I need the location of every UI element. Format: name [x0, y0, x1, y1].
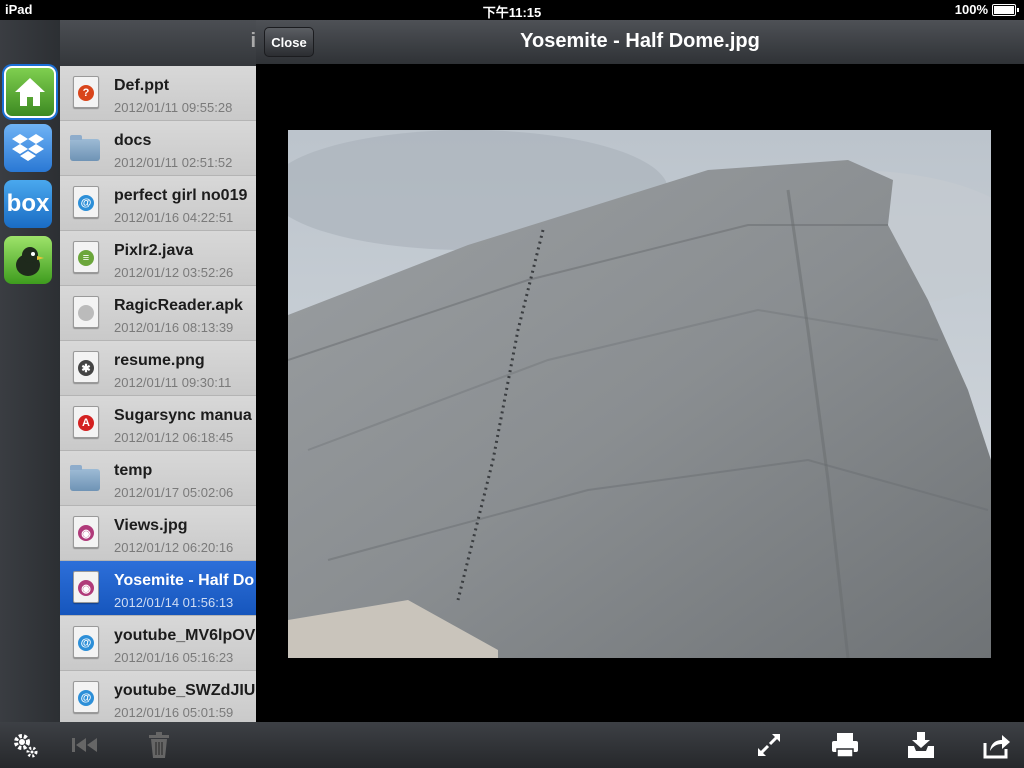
generic-file-icon: [70, 296, 100, 328]
file-date: 2012/01/12 06:20:16: [114, 540, 234, 555]
video-file-icon: @: [70, 681, 100, 713]
folder-icon: [70, 461, 100, 493]
file-name: RagicReader.apk: [114, 297, 243, 314]
file-row[interactable]: @ perfect girl no019 2012/01/16 04:22:51: [60, 176, 256, 231]
file-row[interactable]: @ youtube_MV6lpOV 2012/01/16 05:16:23: [60, 616, 256, 671]
viewer-title: Yosemite - Half Dome.jpg: [520, 30, 760, 52]
file-row[interactable]: ◉ Yosemite - Half Do 2012/01/14 01:56:13: [60, 561, 256, 616]
photo-preview[interactable]: [288, 130, 991, 658]
battery-percent: 100%: [954, 2, 988, 17]
print-icon: [832, 733, 858, 758]
file-date: 2012/01/11 02:51:52: [114, 155, 233, 170]
battery-icon: [992, 3, 1019, 16]
file-date: 2012/01/14 01:56:13: [114, 595, 234, 610]
file-row[interactable]: temp 2012/01/17 05:02:06: [60, 451, 256, 506]
dropbox-icon: [12, 134, 44, 161]
box-icon: box: [6, 190, 50, 217]
bird-icon: [16, 247, 44, 276]
home-button[interactable]: [4, 66, 56, 118]
file-date: 2012/01/11 09:55:28: [114, 100, 233, 115]
file-list[interactable]: ? Def.ppt 2012/01/11 09:55:28 docs 2012/01/1…: [60, 66, 256, 722]
bird-button[interactable]: [4, 236, 52, 284]
file-date: 2012/01/16 05:01:59: [114, 705, 234, 720]
skip-back-icon: [72, 738, 97, 752]
pdf-file-icon: A: [70, 406, 100, 438]
file-name: temp: [114, 462, 153, 479]
file-row[interactable]: ◉ Views.jpg 2012/01/12 06:20:16: [60, 506, 256, 561]
file-name: docs: [114, 132, 152, 149]
file-row[interactable]: A Sugarsync manua 2012/01/12 06:18:45: [60, 396, 256, 451]
file-name: perfect girl no019: [114, 187, 248, 204]
file-date: 2012/01/12 03:52:26: [114, 265, 234, 280]
box-button[interactable]: box: [4, 180, 52, 228]
share-icon: [983, 735, 1010, 759]
service-rail: box: [0, 20, 60, 722]
file-name: Views.jpg: [114, 517, 188, 534]
delete-button[interactable]: [144, 730, 174, 760]
file-list-header: i: [60, 20, 256, 66]
ppt-file-icon: ?: [70, 76, 100, 108]
half-dome-photo: [288, 130, 991, 658]
video-file-icon: @: [70, 626, 100, 658]
file-date: 2012/01/11 09:30:11: [114, 375, 232, 390]
text-file-icon: ≡: [70, 241, 100, 273]
file-date: 2012/01/16 05:16:23: [114, 650, 234, 665]
file-row[interactable]: RagicReader.apk 2012/01/16 08:13:39: [60, 286, 256, 341]
viewer-header: Close Yosemite - Half Dome.jpg: [256, 20, 1024, 64]
file-date: 2012/01/17 05:02:06: [114, 485, 234, 500]
file-name: resume.png: [114, 352, 205, 369]
file-date: 2012/01/12 06:18:45: [114, 430, 234, 445]
skip-back-button[interactable]: [70, 730, 100, 760]
file-date: 2012/01/16 08:13:39: [114, 320, 234, 335]
status-bar: iPad 下午11:15 100%: [0, 0, 1024, 20]
share-button[interactable]: [982, 730, 1012, 760]
file-row[interactable]: ? Def.ppt 2012/01/11 09:55:28: [60, 66, 256, 121]
file-name: Def.ppt: [114, 77, 170, 94]
file-row[interactable]: @ youtube_SWZdJIU 2012/01/16 05:01:59: [60, 671, 256, 722]
image-viewer: [256, 64, 1024, 722]
image-file-icon: ✱: [70, 351, 100, 383]
dropbox-button[interactable]: [4, 124, 52, 172]
file-row[interactable]: ✱ resume.png 2012/01/11 09:30:11: [60, 341, 256, 396]
photo-file-icon: ◉: [70, 516, 100, 548]
photo-file-icon: ◉: [70, 571, 100, 603]
file-name: Sugarsync manua: [114, 407, 252, 424]
file-name: Yosemite - Half Do: [114, 572, 255, 589]
settings-button[interactable]: [10, 730, 40, 760]
file-name: youtube_SWZdJIU: [114, 682, 256, 699]
download-button[interactable]: [906, 730, 936, 760]
fullscreen-icon: [758, 734, 780, 756]
folder-icon: [70, 131, 100, 163]
download-icon: [908, 732, 934, 758]
trash-icon: [149, 732, 169, 758]
bottom-toolbar: [0, 722, 1024, 768]
gear-icon: [14, 734, 38, 758]
status-time: 下午11:15: [482, 5, 542, 20]
fullscreen-button[interactable]: [754, 730, 784, 760]
file-name: youtube_MV6lpOV: [114, 627, 256, 644]
file-row[interactable]: docs 2012/01/11 02:51:52: [60, 121, 256, 176]
file-row[interactable]: ≡ Pixlr2.java 2012/01/12 03:52:26: [60, 231, 256, 286]
file-date: 2012/01/16 04:22:51: [114, 210, 234, 225]
battery-status: 100%: [954, 2, 1019, 17]
home-icon: [15, 78, 45, 106]
file-name: Pixlr2.java: [114, 242, 194, 259]
video-file-icon: @: [70, 186, 100, 218]
print-button[interactable]: [830, 730, 860, 760]
